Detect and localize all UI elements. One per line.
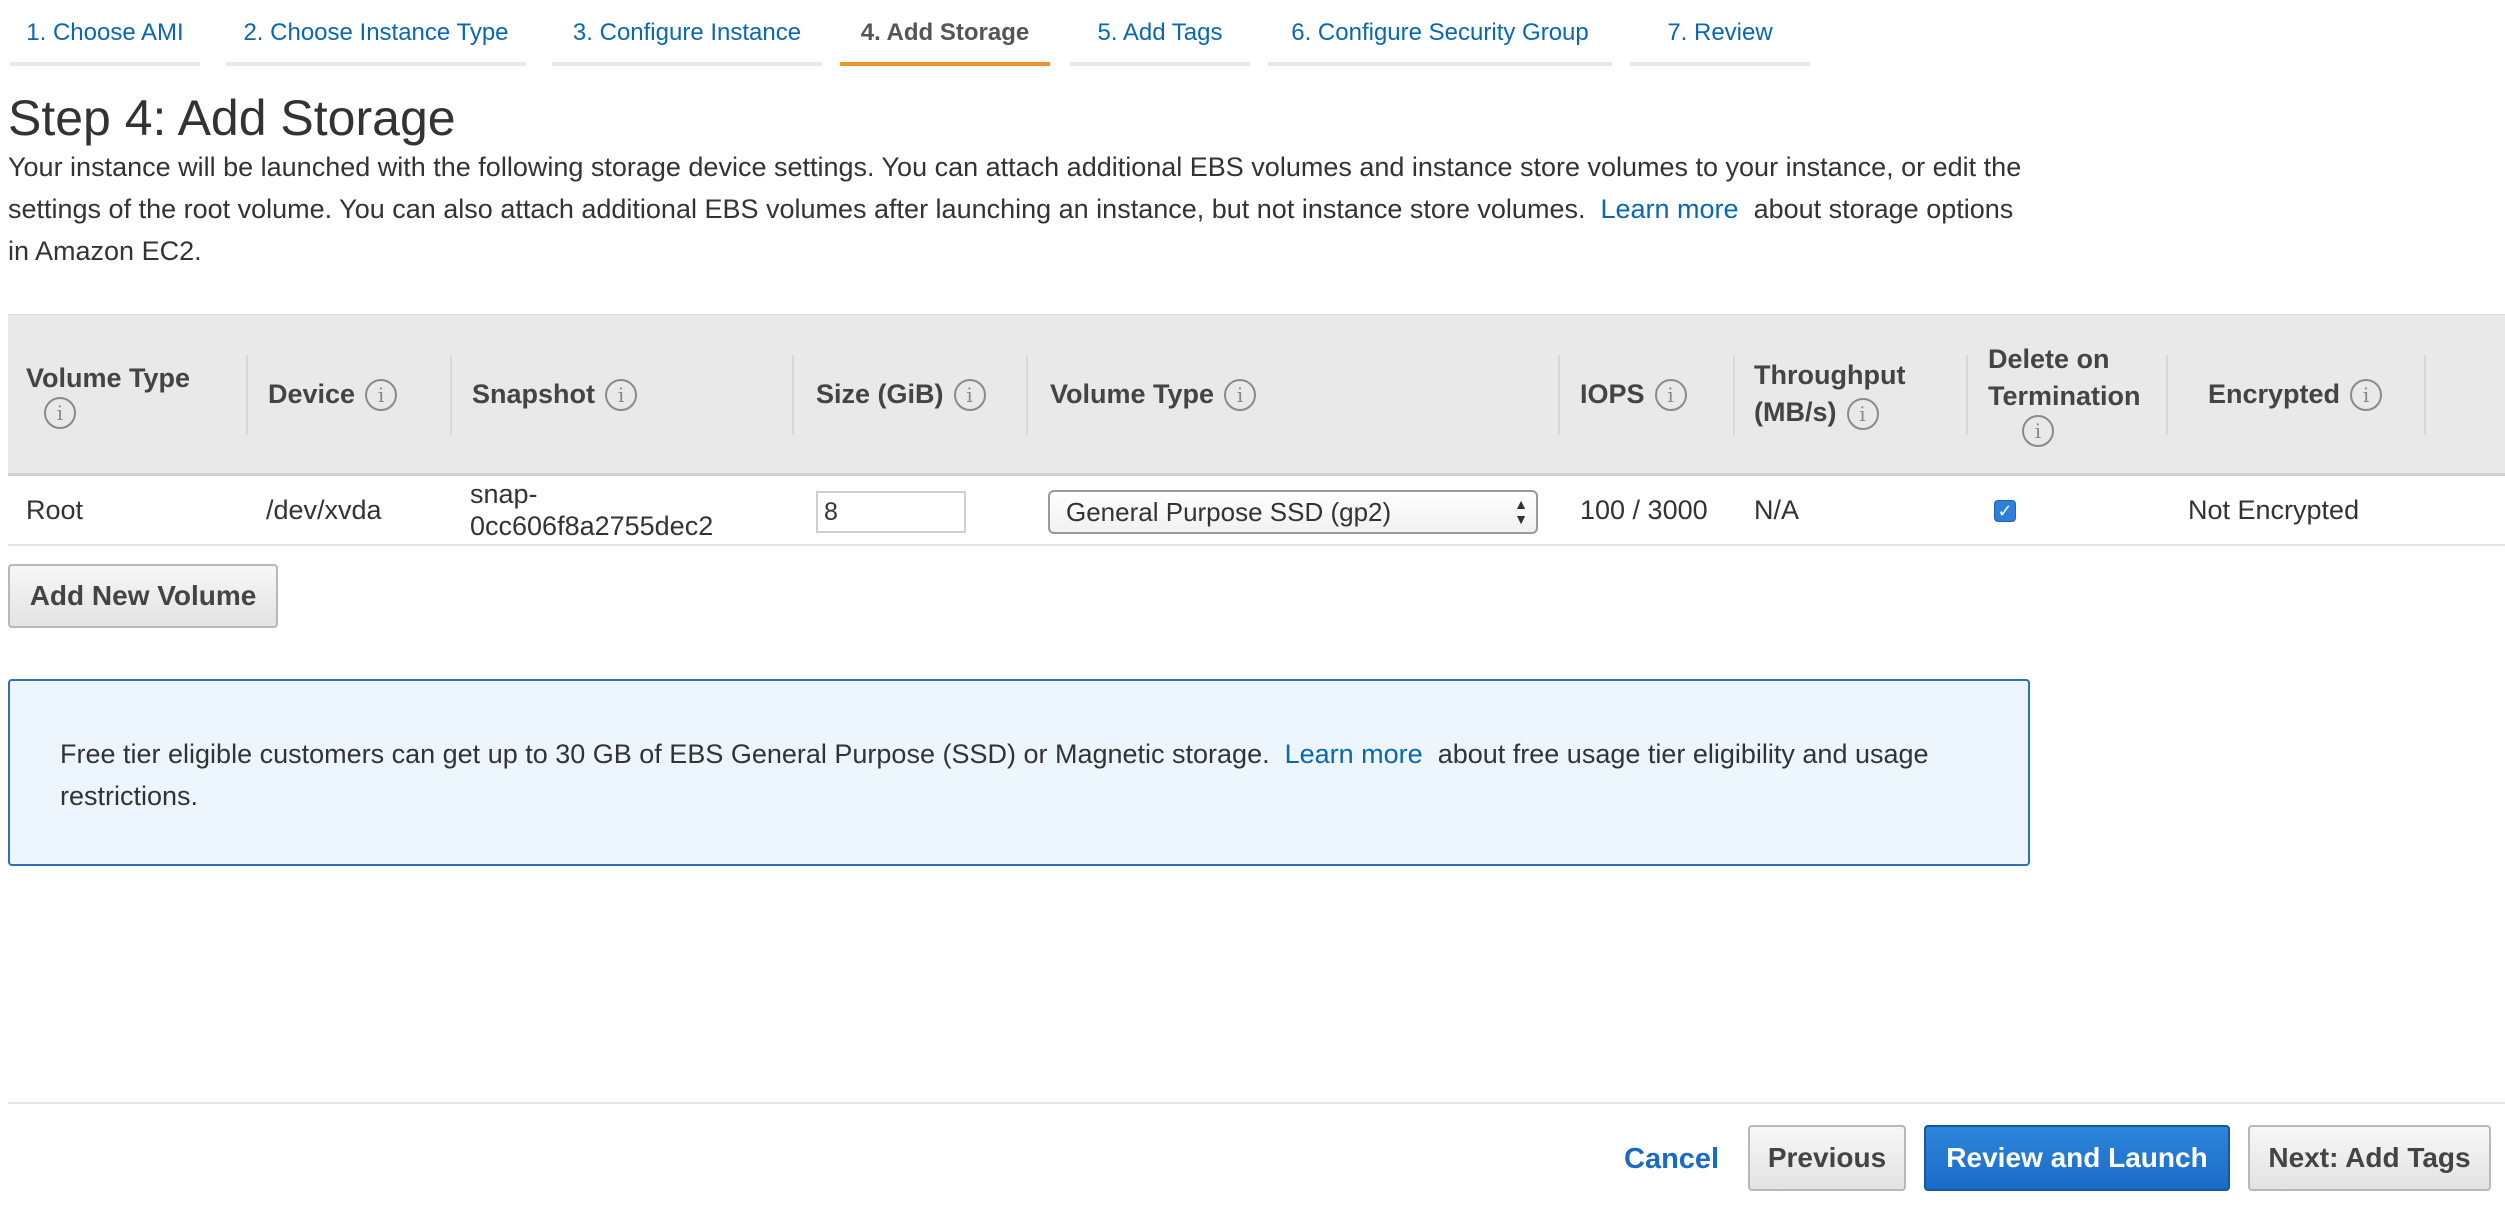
col-volume-type: Volume Type i: [26, 315, 246, 473]
tab-add-tags[interactable]: 5. Add Tags: [1070, 0, 1250, 66]
cell-volume-type: Root: [26, 495, 84, 525]
info-icon[interactable]: i: [2022, 415, 2054, 447]
cell-iops: 100 / 3000: [1580, 495, 1708, 525]
col-throughput-label: Throughput: [1754, 360, 1906, 390]
column-divider: [2166, 355, 2168, 435]
table-row: Root /dev/xvda snap-0cc606f8a2755dec2 Ge…: [8, 476, 2505, 546]
column-divider: [1558, 355, 1560, 435]
col-ebs-volume-type: Volume Type i: [1050, 315, 1550, 473]
col-throughput: Throughput (MB/s) i: [1754, 315, 1954, 473]
wizard-steps: 1. Choose AMI 2. Choose Instance Type 3.…: [8, 0, 1818, 66]
col-delete-label: Delete on: [1988, 344, 2110, 374]
size-input[interactable]: [816, 491, 966, 533]
tab-choose-ami[interactable]: 1. Choose AMI: [10, 0, 200, 66]
col-delete-on-termination: Delete on Termination i: [1988, 315, 2178, 473]
learn-more-free-tier-link[interactable]: Learn more: [1285, 739, 1423, 769]
col-snapshot-label: Snapshot: [472, 378, 596, 409]
next-add-tags-button[interactable]: Next: Add Tags: [2248, 1125, 2491, 1191]
cell-device: /dev/xvda: [266, 495, 382, 525]
table-header: Volume Type i Device i Snapshot i Size (GiB…: [8, 314, 2505, 476]
col-snapshot: Snapshot i: [472, 315, 792, 473]
cell-snapshot: snap- 0cc606f8a2755dec2: [470, 476, 713, 544]
column-divider: [1026, 355, 1028, 435]
footer-divider: [8, 1102, 2505, 1104]
tab-configure-instance[interactable]: 3. Configure Instance: [552, 0, 822, 66]
volume-type-select[interactable]: General Purpose SSD (gp2) ▲ ▼: [1048, 490, 1538, 534]
tab-review[interactable]: 7. Review: [1630, 0, 1810, 66]
col-device: Device i: [268, 315, 458, 473]
col-encrypted: Encrypted i: [2208, 315, 2448, 473]
page-title: Step 4: Add Storage: [8, 90, 456, 146]
checkmark-icon: ✓: [1997, 501, 2013, 521]
select-arrows-icon: ▲ ▼: [1514, 496, 1528, 527]
notice-text: Free tier eligible customers can get up …: [60, 733, 1980, 817]
info-icon[interactable]: i: [2350, 379, 2383, 412]
info-icon[interactable]: i: [365, 379, 398, 412]
snapshot-id-prefix: snap-: [470, 479, 538, 509]
add-new-volume-button[interactable]: Add New Volume: [8, 564, 278, 628]
previous-button[interactable]: Previous: [1748, 1125, 1906, 1191]
tab-configure-security-group[interactable]: 6. Configure Security Group: [1268, 0, 1612, 66]
review-and-launch-button[interactable]: Review and Launch: [1924, 1125, 2230, 1191]
intro-paragraph: Your instance will be launched with the …: [8, 146, 2038, 272]
col-device-label: Device: [268, 378, 356, 409]
column-divider: [1733, 355, 1735, 435]
free-tier-notice: Free tier eligible customers can get up …: [8, 679, 2030, 866]
cell-encrypted: Not Encrypted: [2188, 495, 2360, 525]
info-icon[interactable]: i: [953, 379, 986, 412]
notice-body: Free tier eligible customers can get up …: [60, 739, 1270, 769]
info-icon[interactable]: i: [1224, 379, 1257, 412]
col-ebs-volume-type-label: Volume Type: [1050, 378, 1215, 409]
storage-table: Volume Type i Device i Snapshot i Size (GiB…: [8, 314, 2505, 546]
tab-choose-instance-type[interactable]: 2. Choose Instance Type: [226, 0, 526, 66]
col-encrypted-label: Encrypted: [2208, 378, 2341, 409]
column-divider: [246, 355, 248, 435]
volume-type-selected: General Purpose SSD (gp2): [1066, 497, 1392, 527]
col-throughput-unit: (MB/s): [1754, 397, 1837, 427]
column-divider: [1966, 355, 1968, 435]
info-icon[interactable]: i: [1846, 397, 1879, 430]
snapshot-id: 0cc606f8a2755dec2: [470, 511, 714, 541]
col-size-label: Size (GiB): [816, 378, 944, 409]
col-volume-type-label: Volume Type: [26, 362, 191, 393]
column-divider: [792, 355, 794, 435]
cancel-link[interactable]: Cancel: [1624, 1137, 1719, 1181]
col-iops: IOPS i: [1580, 315, 1730, 473]
column-divider: [450, 355, 452, 435]
cell-throughput: N/A: [1754, 495, 1800, 525]
col-delete-label-2: Termination: [1988, 381, 2141, 411]
info-icon[interactable]: i: [605, 379, 638, 412]
delete-on-termination-checkbox[interactable]: ✓: [1994, 500, 2016, 522]
learn-more-storage-link[interactable]: Learn more: [1600, 194, 1738, 224]
info-icon[interactable]: i: [44, 396, 76, 429]
col-iops-label: IOPS: [1580, 378, 1645, 409]
column-divider: [2424, 355, 2426, 435]
col-size: Size (GiB) i: [816, 315, 1036, 473]
info-icon[interactable]: i: [1654, 379, 1687, 412]
tab-add-storage[interactable]: 4. Add Storage: [840, 0, 1050, 66]
